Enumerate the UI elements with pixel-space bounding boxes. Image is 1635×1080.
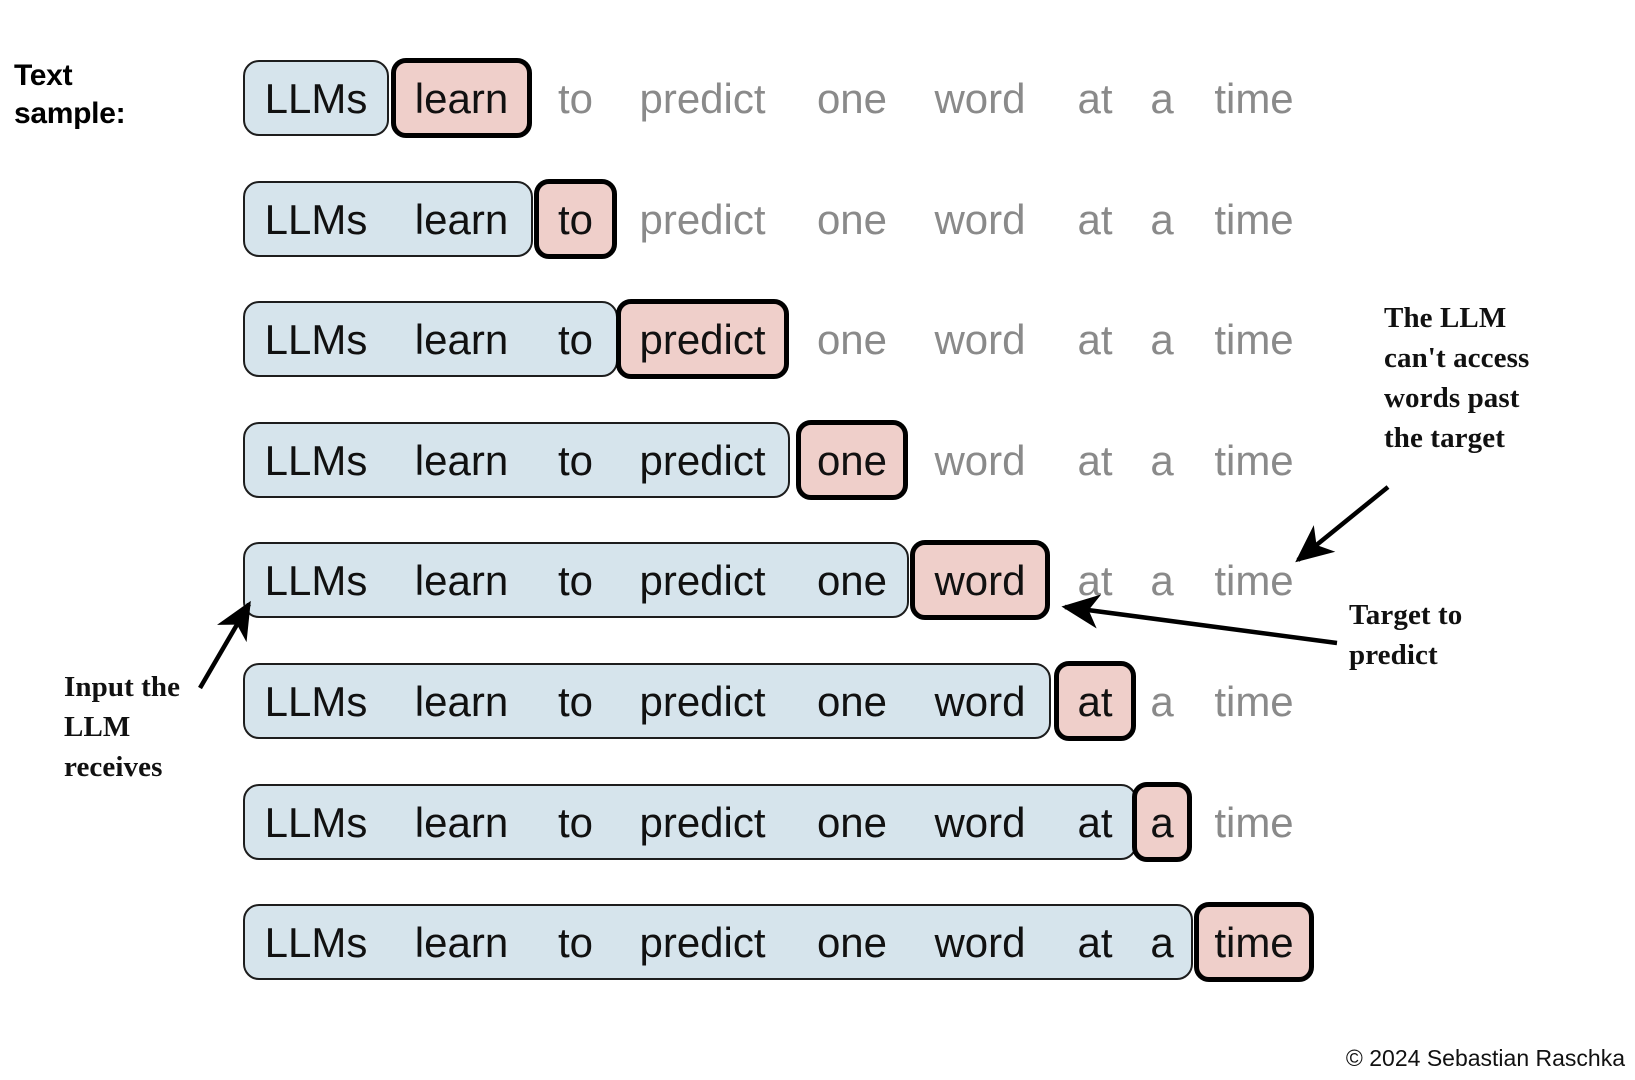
context-word: at: [1077, 798, 1113, 846]
context-word: LLMs: [264, 316, 368, 364]
future-word: at: [1077, 195, 1113, 243]
future-word: one: [816, 316, 888, 364]
context-word: predict: [639, 436, 766, 484]
future-word: word: [934, 316, 1026, 364]
context-word: LLMs: [264, 436, 368, 484]
context-word: one: [816, 678, 888, 725]
target-word: predict: [639, 316, 766, 364]
context-word: to: [557, 798, 594, 846]
sequence-row: LLMs learn to predict one word at a time: [0, 902, 1635, 1033]
context-word: to: [557, 436, 594, 484]
context-word: learn: [414, 919, 509, 967]
target-word: a: [1150, 798, 1174, 846]
future-word: a: [1150, 195, 1174, 243]
target-word: word: [934, 557, 1026, 605]
future-word: word: [934, 75, 1026, 122]
future-word: at: [1077, 316, 1113, 364]
context-word: predict: [639, 557, 766, 605]
context-word: to: [557, 678, 594, 725]
context-word: to: [557, 919, 594, 967]
context-word: word: [934, 798, 1026, 846]
context-word: predict: [639, 678, 766, 725]
context-word: to: [557, 316, 594, 364]
annotation-target-note: Target to predict: [1349, 599, 1463, 671]
target-word: at: [1077, 678, 1113, 725]
context-word: LLMs: [264, 195, 368, 243]
future-word: predict: [639, 75, 766, 122]
future-word: word: [934, 195, 1026, 243]
future-word: time: [1214, 557, 1294, 605]
diagram-canvas: Text sample: LLMs learn to predict one word at…: [0, 0, 1635, 1080]
future-word: time: [1214, 316, 1294, 364]
target-word: time: [1214, 919, 1294, 967]
context-word: predict: [639, 798, 766, 846]
context-word: to: [557, 557, 594, 605]
sequence-row: LLMs learn to predict one word at a time: [0, 58, 1635, 189]
future-word: one: [816, 195, 888, 243]
context-word: LLMs: [264, 75, 368, 122]
future-word: time: [1214, 436, 1294, 484]
future-word: time: [1214, 75, 1294, 122]
context-word: one: [816, 557, 888, 605]
context-word: learn: [414, 557, 509, 605]
future-word: a: [1150, 557, 1174, 605]
target-word: to: [557, 195, 594, 243]
sequence-row: LLMs learn to predict one word at a time: [0, 781, 1635, 913]
target-word: one: [816, 436, 888, 484]
context-word: learn: [414, 316, 509, 364]
context-word: learn: [414, 798, 509, 846]
context-word: a: [1150, 919, 1174, 967]
context-word: one: [816, 919, 888, 967]
copyright-credit: © 2024 Sebastian Raschka: [1345, 1045, 1625, 1071]
future-word: a: [1150, 436, 1174, 484]
future-word: at: [1077, 436, 1113, 484]
future-word: time: [1214, 195, 1294, 243]
future-word: to: [557, 75, 594, 122]
context-word: predict: [639, 919, 766, 967]
future-word: one: [816, 75, 888, 122]
future-word: word: [934, 436, 1026, 484]
annotation-input-note: Input the LLM receives: [64, 671, 181, 783]
context-word: word: [934, 678, 1026, 725]
context-word: learn: [414, 678, 509, 725]
future-word: time: [1214, 678, 1294, 725]
context-word: at: [1077, 919, 1113, 967]
context-word: one: [816, 798, 888, 846]
future-word: a: [1150, 316, 1174, 364]
target-word: learn: [414, 75, 509, 122]
future-word: a: [1150, 678, 1174, 725]
context-word: learn: [414, 436, 509, 484]
annotation-no-access-note: The LLM can't access words past the targ…: [1384, 302, 1530, 454]
future-word: time: [1214, 798, 1294, 846]
future-word: at: [1077, 75, 1113, 122]
context-word: LLMs: [264, 557, 368, 605]
context-word: word: [934, 919, 1026, 967]
context-word: LLMs: [264, 798, 368, 846]
future-word: a: [1150, 75, 1174, 122]
sequence-row: LLMs learn to predict one word at a time: [0, 178, 1635, 310]
future-word: predict: [639, 195, 766, 243]
future-word: at: [1077, 557, 1113, 605]
context-word: LLMs: [264, 919, 368, 967]
sequence-row: LLMs learn to predict one word at a time: [0, 661, 1635, 792]
context-word: LLMs: [264, 678, 368, 725]
context-word: learn: [414, 195, 509, 243]
